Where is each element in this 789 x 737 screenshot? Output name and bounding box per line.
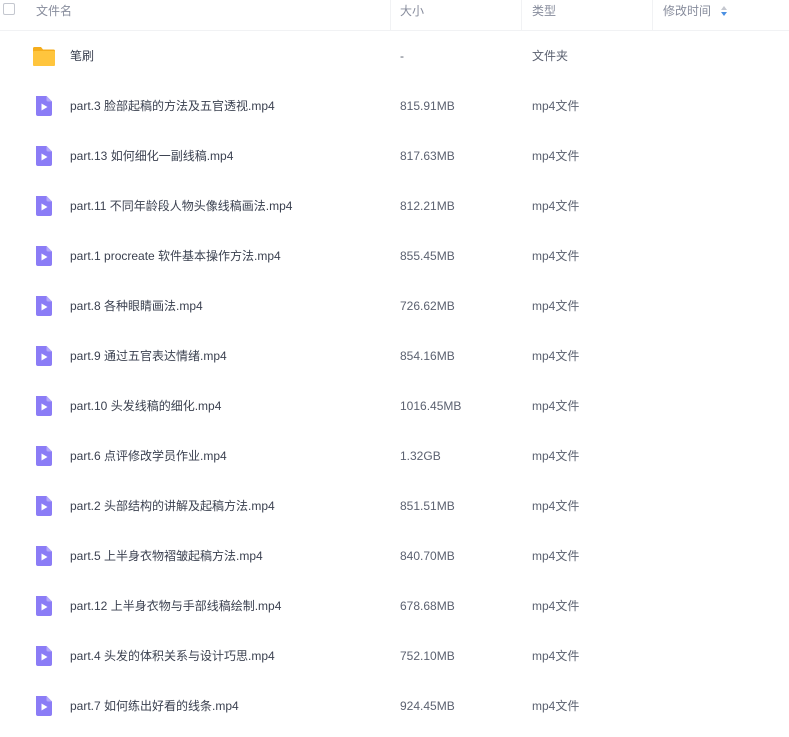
file-row[interactable]: part.3 脸部起稿的方法及五官透视.mp4 815.91MB mp4文件 (0, 81, 789, 131)
file-type: mp4文件 (532, 599, 580, 613)
file-name[interactable]: part.9 通过五官表达情绪.mp4 (70, 331, 227, 381)
video-file-icon (32, 295, 56, 317)
file-name[interactable]: part.6 点评修改学员作业.mp4 (70, 431, 227, 481)
file-size: - (400, 49, 404, 63)
video-file-icon (32, 245, 56, 267)
column-header-name[interactable]: 文件名 (36, 0, 72, 30)
file-size: 1016.45MB (400, 399, 462, 413)
file-row[interactable]: part.2 头部结构的讲解及起稿方法.mp4 851.51MB mp4文件 (0, 481, 789, 531)
file-name[interactable]: part.3 脸部起稿的方法及五官透视.mp4 (70, 81, 275, 131)
file-name[interactable]: 笔刷 (70, 31, 94, 81)
file-name[interactable]: part.12 上半身衣物与手部线稿绘制.mp4 (70, 581, 281, 631)
column-header-modified[interactable]: 修改时间 (663, 0, 711, 30)
file-name[interactable]: part.11 不同年龄段人物头像线稿画法.mp4 (70, 181, 292, 231)
file-type: mp4文件 (532, 349, 580, 363)
column-divider (521, 0, 522, 30)
file-size: 1.32GB (400, 449, 441, 463)
column-header-size[interactable]: 大小 (400, 0, 424, 30)
file-row[interactable]: part.1 procreate 软件基本操作方法.mp4 855.45MB mp4… (0, 231, 789, 281)
file-row[interactable]: part.4 头发的体积关系与设计巧思.mp4 752.10MB mp4文件 (0, 631, 789, 681)
file-size: 752.10MB (400, 649, 455, 663)
file-row[interactable]: part.13 如何细化一副线稿.mp4 817.63MB mp4文件 (0, 131, 789, 181)
folder-icon (32, 45, 56, 67)
file-type: mp4文件 (532, 649, 580, 663)
video-file-icon (32, 645, 56, 667)
video-file-icon (32, 595, 56, 617)
select-all-checkbox[interactable] (3, 3, 15, 15)
file-type: mp4文件 (532, 99, 580, 113)
file-size: 854.16MB (400, 349, 455, 363)
file-name[interactable]: part.8 各种眼睛画法.mp4 (70, 281, 203, 331)
file-row[interactable]: part.12 上半身衣物与手部线稿绘制.mp4 678.68MB mp4文件 (0, 581, 789, 631)
video-file-icon (32, 345, 56, 367)
file-size: 851.51MB (400, 499, 455, 513)
file-name[interactable]: part.13 如何细化一副线稿.mp4 (70, 131, 233, 181)
video-file-icon (32, 95, 56, 117)
column-header-type[interactable]: 类型 (532, 0, 556, 30)
file-size: 812.21MB (400, 199, 455, 213)
video-file-icon (32, 545, 56, 567)
file-size: 815.91MB (400, 99, 455, 113)
column-divider (390, 0, 391, 30)
file-size: 678.68MB (400, 599, 455, 613)
file-row[interactable]: part.9 通过五官表达情绪.mp4 854.16MB mp4文件 (0, 331, 789, 381)
file-row[interactable]: part.10 头发线稿的细化.mp4 1016.45MB mp4文件 (0, 381, 789, 431)
file-type: mp4文件 (532, 299, 580, 313)
file-row[interactable]: part.11 不同年龄段人物头像线稿画法.mp4 812.21MB mp4文件 (0, 181, 789, 231)
file-row[interactable]: part.6 点评修改学员作业.mp4 1.32GB mp4文件 (0, 431, 789, 481)
video-file-icon (32, 395, 56, 417)
file-type: mp4文件 (532, 149, 580, 163)
file-type: mp4文件 (532, 199, 580, 213)
file-type: 文件夹 (532, 49, 569, 63)
file-name[interactable]: part.1 procreate 软件基本操作方法.mp4 (70, 231, 281, 281)
file-list-header: 文件名 大小 类型 修改时间 (0, 0, 789, 31)
file-name[interactable]: part.5 上半身衣物褶皱起稿方法.mp4 (70, 531, 263, 581)
file-type: mp4文件 (532, 249, 580, 263)
file-type: mp4文件 (532, 699, 580, 713)
file-type: mp4文件 (532, 549, 580, 563)
file-type: mp4文件 (532, 449, 580, 463)
file-type: mp4文件 (532, 399, 580, 413)
sort-icon[interactable] (720, 5, 728, 17)
file-size: 855.45MB (400, 249, 455, 263)
file-name[interactable]: part.7 如何练出好看的线条.mp4 (70, 681, 239, 731)
file-size: 726.62MB (400, 299, 455, 313)
video-file-icon (32, 195, 56, 217)
file-type: mp4文件 (532, 499, 580, 513)
file-name[interactable]: part.10 头发线稿的细化.mp4 (70, 381, 221, 431)
file-size: 924.45MB (400, 699, 455, 713)
file-name[interactable]: part.4 头发的体积关系与设计巧思.mp4 (70, 631, 275, 681)
file-name[interactable]: part.2 头部结构的讲解及起稿方法.mp4 (70, 481, 275, 531)
video-file-icon (32, 695, 56, 717)
video-file-icon (32, 145, 56, 167)
file-row[interactable]: part.7 如何练出好看的线条.mp4 924.45MB mp4文件 (0, 681, 789, 731)
file-row[interactable]: part.5 上半身衣物褶皱起稿方法.mp4 840.70MB mp4文件 (0, 531, 789, 581)
file-size: 840.70MB (400, 549, 455, 563)
column-divider (652, 0, 653, 30)
video-file-icon (32, 445, 56, 467)
file-row[interactable]: 笔刷 - 文件夹 (0, 31, 789, 81)
video-file-icon (32, 495, 56, 517)
file-size: 817.63MB (400, 149, 455, 163)
file-row[interactable]: part.8 各种眼睛画法.mp4 726.62MB mp4文件 (0, 281, 789, 331)
